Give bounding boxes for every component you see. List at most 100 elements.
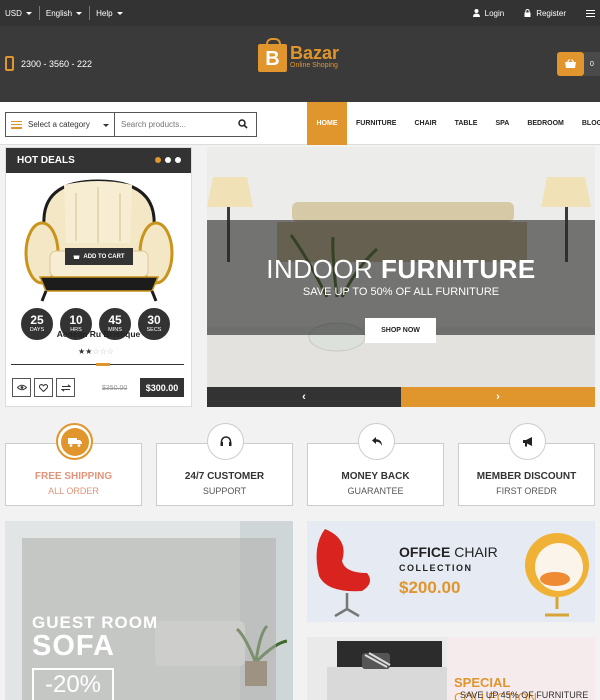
feature-title: MEMBER DISCOUNT (476, 471, 577, 482)
search-input[interactable] (115, 112, 257, 137)
slide-title-light: INDOOR (266, 254, 374, 284)
office-chair-banner[interactable]: OFFICE CHAIR COLLECTION $200.00 (307, 521, 595, 622)
special-collection-banner[interactable]: SPECIAL COLLECTION SAVE UP 45% OF FURNIT… (307, 637, 595, 700)
carousel-dot[interactable] (155, 157, 161, 163)
office-title-light: CHAIR (454, 544, 498, 560)
feature-title: FREE SHIPPING (34, 471, 113, 482)
egg-chair-image (525, 533, 589, 617)
top-bar: USD English Help Login Register (0, 0, 600, 26)
add-to-cart-button[interactable]: ADD TO CART (65, 248, 133, 265)
divider (11, 363, 184, 366)
feature-icon-wrap (207, 423, 244, 460)
carousel-dot[interactable] (175, 157, 181, 163)
category-select[interactable]: Select a category (5, 112, 115, 137)
register-link[interactable]: Register (524, 9, 566, 18)
category-select-label: Select a category (28, 120, 90, 129)
armchair-image (24, 179, 174, 302)
quick-view-button[interactable] (12, 378, 31, 397)
hot-deals-header: HOT DEALS (6, 148, 191, 173)
timer-value: 25 (30, 313, 44, 327)
search-icon[interactable] (238, 119, 248, 129)
feature-title: MONEY BACK (341, 471, 410, 482)
phone-icon (5, 56, 14, 71)
compare-button[interactable] (56, 378, 75, 397)
currency-dropdown[interactable]: USD (5, 6, 40, 20)
cart-icon (565, 58, 576, 68)
site-logo[interactable]: B Bazar Online Shoping (258, 38, 340, 72)
star-rating: ★★☆☆☆ (78, 347, 114, 356)
phone-number: 2300 - 3560 - 222 (21, 58, 93, 69)
feature-member-discount: MEMBER DISCOUNT FIRST OREDR (458, 423, 595, 506)
office-chair-title: OFFICE CHAIR (399, 544, 498, 560)
help-label: Help (96, 8, 113, 18)
return-icon (371, 437, 382, 446)
red-chair-image (316, 529, 371, 618)
feature-icon-wrap (358, 423, 395, 460)
user-icon (472, 9, 480, 17)
nav-bar: Select a category HOME FURNITURE CHAIR T… (0, 102, 600, 145)
menu-item-chair[interactable]: CHAIR (405, 102, 445, 145)
login-label: Login (484, 8, 505, 18)
lock-icon (524, 9, 531, 17)
shop-now-button[interactable]: SHOP NOW (365, 318, 436, 343)
cart-button[interactable] (557, 52, 584, 76)
menu-item-bedroom[interactable]: BEDROOM (518, 102, 573, 145)
feature-money-back: MONEY BACK GUARANTEE (307, 423, 444, 506)
star-empty-icon: ☆ (99, 347, 107, 356)
feature-icon-wrap (56, 423, 93, 460)
menu-item-home[interactable]: HOME (307, 102, 347, 145)
timer-value: 45 (108, 313, 122, 327)
feature-icon-wrap (509, 423, 546, 460)
help-dropdown[interactable]: Help (96, 6, 129, 20)
main-menu: HOME FURNITURE CHAIR TABLE SPA BEDROOM B… (307, 102, 600, 145)
hero-slider: INDOOR FURNITURE SAVE UP TO 50% OF ALL F… (207, 147, 595, 407)
hot-deals-panel: HOT DEALS ADD TO CART 25 DAYS 10 HRS 45 MIN… (5, 147, 192, 407)
feature-free-shipping: FREE SHIPPING ALL ORDER (5, 423, 142, 506)
feature-subtitle: FIRST OREDR (496, 486, 557, 496)
wishlist-button[interactable] (34, 378, 53, 397)
heart-icon (39, 383, 48, 392)
menu-item-table[interactable]: TABLE (446, 102, 487, 145)
guest-room-banner[interactable]: GUEST ROOM SOFA -20% (5, 521, 293, 700)
language-dropdown[interactable]: English (46, 6, 91, 20)
compare-icon (60, 383, 71, 392)
carousel-dot[interactable] (165, 157, 171, 163)
menu-icon[interactable] (586, 9, 595, 17)
feature-support: 24/7 CUSTOMER SUPPORT (156, 423, 293, 506)
menu-item-spa[interactable]: SPA (486, 102, 518, 145)
product-image[interactable]: ADD TO CART 25 DAYS 10 HRS 45 MINS 30 SECS (6, 173, 191, 342)
logo-name: Bazar (290, 43, 340, 63)
timer-value: 10 (69, 313, 83, 327)
megaphone-icon (522, 437, 532, 447)
office-chair-subtitle: COLLECTION (399, 563, 473, 573)
product-name[interactable]: Aenean Ru Bristique (6, 329, 191, 339)
login-link[interactable]: Login (472, 8, 505, 18)
shopping-bag-icon: B (258, 38, 287, 72)
slide-subtitle: SAVE UP TO 50% OF ALL FURNITURE (302, 286, 500, 298)
chevron-left-icon: ‹ (302, 391, 306, 403)
menu-item-blog[interactable]: BLOG (573, 102, 600, 145)
chevron-down-icon (76, 11, 83, 15)
chevron-down-icon (103, 124, 109, 127)
slide-title-bold: FURNITURE (381, 254, 536, 284)
menu-item-furniture[interactable]: FURNITURE (347, 102, 405, 145)
register-label: Register (536, 8, 566, 18)
eye-icon (16, 384, 27, 391)
carousel-dots (151, 157, 181, 163)
slide-title: INDOOR FURNITURE (207, 254, 595, 285)
feature-title: 24/7 CUSTOMER (184, 471, 265, 482)
discount-badge: -20% (32, 668, 114, 700)
truck-icon (67, 437, 82, 447)
star-empty-icon: ☆ (106, 347, 114, 356)
cart-count-badge: 0 (584, 52, 600, 76)
phone-contact: 2300 - 3560 - 222 (5, 56, 92, 71)
cart-icon (73, 255, 80, 259)
feature-subtitle: ALL ORDER (48, 486, 99, 496)
slider-prev-button[interactable]: ‹ (207, 387, 401, 407)
bed-image (307, 637, 447, 700)
list-icon (11, 120, 22, 129)
star-empty-icon: ☆ (92, 347, 100, 356)
special-title-bold: SPECIAL (454, 675, 511, 690)
slider-next-button[interactable]: › (401, 387, 595, 407)
guest-room-product: SOFA (32, 630, 115, 662)
